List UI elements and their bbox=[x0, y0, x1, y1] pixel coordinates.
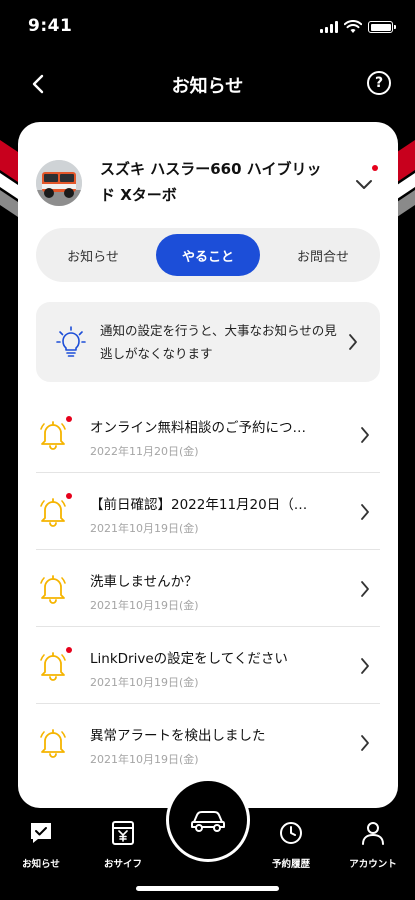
person-icon bbox=[362, 822, 384, 845]
notification-title: 【前日確認】2022年11月20日（… bbox=[90, 497, 308, 513]
chevron-down-icon[interactable] bbox=[352, 172, 376, 196]
main-card: スズキ ハスラー660 ハイブリッド Xターボ お知らせ やること お問合せ 通… bbox=[18, 122, 398, 808]
notification-list: オンライン無料相談のご予約につ… 2022年11月20日(金) 【前日確認】20… bbox=[36, 396, 380, 781]
list-item[interactable]: 異常アラートを検出しました 2021年10月19日(金) bbox=[36, 704, 380, 781]
list-item[interactable]: 【前日確認】2022年11月20日（… 2021年10月19日(金) bbox=[36, 473, 380, 550]
notification-date: 2021年10月19日(金) bbox=[90, 522, 199, 535]
list-item[interactable]: オンライン無料相談のご予約につ… 2022年11月20日(金) bbox=[36, 396, 380, 473]
banner-text: 通知の設定を行うと、大事なお知らせの見逃しがなくなります bbox=[100, 323, 337, 361]
chevron-right-icon bbox=[361, 504, 369, 520]
tabbar-item-reservation-history[interactable]: 予約履歴 bbox=[256, 820, 326, 870]
status-bar: 9:41 bbox=[0, 0, 415, 56]
chevron-right-icon bbox=[361, 735, 369, 751]
bell-icon bbox=[40, 575, 66, 604]
tabbar-item-account[interactable]: アカウント bbox=[338, 820, 408, 870]
unread-badge bbox=[66, 493, 72, 499]
chat-check-icon bbox=[31, 823, 51, 843]
tab-yarukoto[interactable]: やること bbox=[156, 234, 260, 276]
bell-icon bbox=[40, 421, 66, 450]
notification-date: 2021年10月19日(金) bbox=[90, 599, 199, 612]
tabbar-item-oshirase[interactable]: お知らせ bbox=[6, 820, 76, 870]
bell-icon bbox=[40, 729, 66, 758]
tabbar-label: お知らせ bbox=[22, 859, 60, 870]
vehicle-image bbox=[36, 160, 82, 206]
tabbar-item-osaifu[interactable]: おサイフ bbox=[88, 820, 158, 870]
car-home-button[interactable] bbox=[166, 778, 250, 862]
notification-date: 2021年10月19日(金) bbox=[90, 753, 199, 766]
page-title: お知らせ bbox=[171, 76, 244, 97]
notification-settings-banner[interactable]: 通知の設定を行うと、大事なお知らせの見逃しがなくなります bbox=[36, 302, 380, 382]
notification-title: 異常アラートを検出しました bbox=[90, 728, 266, 744]
tab-oshirase[interactable]: お知らせ bbox=[36, 228, 150, 282]
clock-icon bbox=[280, 822, 302, 844]
notification-title: オンライン無料相談のご予約につ… bbox=[90, 420, 306, 436]
wifi-icon bbox=[344, 20, 362, 33]
tab-otoiawase[interactable]: お問合せ bbox=[266, 228, 380, 282]
notification-title: LinkDriveの設定をしてください bbox=[90, 651, 288, 667]
tabbar-label: アカウント bbox=[349, 859, 397, 870]
notification-title: 洗車しませんか？ bbox=[90, 574, 198, 590]
car-icon bbox=[191, 811, 225, 832]
home-indicator[interactable] bbox=[136, 886, 279, 891]
bell-icon bbox=[40, 652, 66, 681]
battery-icon bbox=[368, 21, 396, 33]
chevron-right-icon bbox=[349, 334, 357, 350]
tabbar-label: 予約履歴 bbox=[271, 859, 310, 870]
vehicle-name: スズキ ハスラー660 ハイブリッド Xターボ bbox=[100, 160, 322, 204]
segmented-tabs: お知らせ やること お問合せ bbox=[36, 228, 380, 282]
help-icon: ? bbox=[374, 75, 384, 91]
vehicle-selector[interactable]: スズキ ハスラー660 ハイブリッド Xターボ bbox=[18, 148, 398, 218]
unread-badge bbox=[66, 647, 72, 653]
chevron-right-icon bbox=[361, 427, 369, 443]
status-icons bbox=[320, 20, 396, 34]
notification-date: 2022年11月20日(金) bbox=[90, 445, 199, 458]
unread-badge bbox=[66, 416, 72, 422]
lightbulb-icon bbox=[56, 326, 86, 357]
chevron-right-icon bbox=[361, 581, 369, 597]
notification-date: 2021年10月19日(金) bbox=[90, 676, 199, 689]
bottom-tab-bar: お知らせ おサイフ 予約履歴 アカウント bbox=[0, 778, 415, 900]
wallet-yen-icon bbox=[112, 821, 134, 845]
list-item[interactable]: LinkDriveの設定をしてください 2021年10月19日(金) bbox=[36, 627, 380, 704]
nav-bar: お知らせ ? bbox=[0, 56, 415, 112]
cellular-signal-icon bbox=[320, 21, 338, 33]
chevron-right-icon bbox=[361, 658, 369, 674]
help-button[interactable]: ? bbox=[367, 71, 391, 95]
list-item[interactable]: 洗車しませんか？ 2021年10月19日(金) bbox=[36, 550, 380, 627]
status-time: 9:41 bbox=[28, 16, 73, 36]
tabbar-label: おサイフ bbox=[103, 859, 142, 870]
bell-icon bbox=[40, 498, 66, 527]
vehicle-new-badge bbox=[372, 165, 378, 171]
